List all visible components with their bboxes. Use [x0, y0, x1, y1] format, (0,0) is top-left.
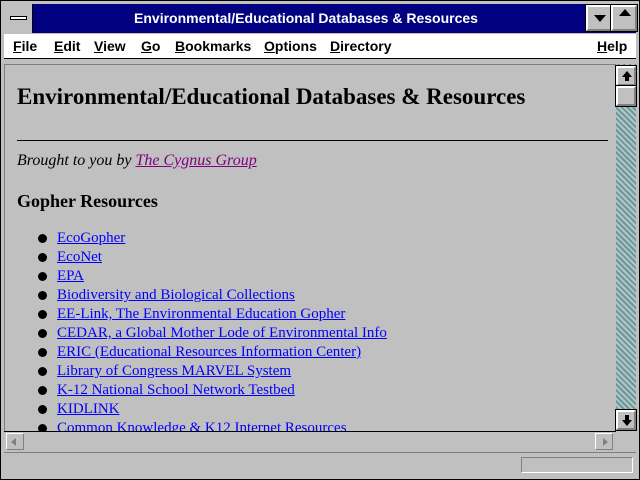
horizontal-rule	[17, 140, 608, 141]
list-item: Biodiversity and Biological Collections	[17, 286, 616, 305]
section-heading: Gopher Resources	[17, 191, 158, 211]
link-eric[interactable]: ERIC (Educational Resources Information …	[57, 344, 361, 360]
arrow-right-icon	[603, 438, 608, 446]
status-text	[8, 456, 518, 474]
menu-file[interactable]: File	[13, 34, 37, 58]
menu-go-key: G	[141, 38, 152, 54]
list-item: Library of Congress MARVEL System	[17, 362, 616, 381]
menu-view[interactable]: View	[94, 34, 126, 58]
bullet-icon	[38, 253, 47, 262]
menu-help[interactable]: Help	[597, 34, 627, 58]
list-item: CEDAR, a Global Mother Lode of Environme…	[17, 324, 616, 343]
menu-bar: File Edit View Go Bookmarks Options Dire…	[4, 34, 636, 59]
system-menu-icon	[10, 16, 27, 20]
list-item: ERIC (Educational Resources Information …	[17, 343, 616, 362]
arrow-up-stem	[625, 77, 629, 81]
scroll-left-button[interactable]	[6, 433, 24, 450]
link-ee-link[interactable]: EE-Link, The Environmental Education Gop…	[57, 306, 345, 322]
link-epa[interactable]: EPA	[57, 268, 84, 284]
minimize-icon	[594, 15, 606, 22]
list-item: EcoGopher	[17, 229, 616, 248]
list-item: EcoNet	[17, 248, 616, 267]
link-marvel[interactable]: Library of Congress MARVEL System	[57, 363, 291, 379]
bullet-icon	[38, 386, 47, 395]
menu-directory-key: D	[330, 38, 341, 54]
minimize-button[interactable]	[585, 4, 613, 32]
menu-bookmarks-key: B	[175, 38, 186, 54]
arrow-down-icon	[622, 420, 632, 426]
menu-view-key: V	[94, 38, 104, 54]
list-item: KIDLINK	[17, 400, 616, 419]
scroll-up-button[interactable]	[615, 65, 637, 87]
bullet-icon	[38, 329, 47, 338]
status-bar	[4, 452, 636, 477]
menu-edit-key: E	[54, 38, 64, 54]
bullet-icon	[38, 234, 47, 243]
menu-edit[interactable]: Edit	[54, 34, 80, 58]
bullet-icon	[38, 348, 47, 357]
cygnus-group-link[interactable]: The Cygnus Group	[136, 152, 257, 169]
link-biodiversity[interactable]: Biodiversity and Biological Collections	[57, 287, 295, 303]
list-item: K-12 National School Network Testbed	[17, 381, 616, 400]
link-cedar[interactable]: CEDAR, a Global Mother Lode of Environme…	[57, 325, 387, 341]
status-progress-box	[521, 457, 633, 473]
menu-options[interactable]: Options	[264, 34, 317, 58]
document-body: Environmental/Educational Databases & Re…	[5, 83, 616, 432]
maximize-button[interactable]	[610, 4, 638, 32]
bullet-icon	[38, 367, 47, 376]
menu-go-label: o	[151, 38, 161, 54]
vertical-scrollbar[interactable]	[615, 64, 637, 431]
menu-help-label: elp	[607, 38, 628, 54]
menu-help-key: H	[597, 38, 608, 54]
menu-file-label: ile	[21, 38, 38, 54]
scroll-right-button[interactable]	[595, 433, 613, 450]
arrow-left-icon	[11, 438, 16, 446]
scrollbar-corner	[616, 431, 636, 451]
menu-go[interactable]: Go	[141, 34, 160, 58]
maximize-icon	[619, 9, 631, 16]
link-k12-testbed[interactable]: K-12 National School Network Testbed	[57, 382, 295, 398]
link-ecogopher[interactable]: EcoGopher	[57, 230, 125, 246]
horizontal-scrollbar[interactable]	[4, 431, 616, 451]
gopher-resource-list: EcoGopher EcoNet EPA Biodiversity and Bi…	[17, 229, 616, 432]
title-bar[interactable]: Environmental/Educational Databases & Re…	[4, 4, 638, 33]
menu-options-label: ptions	[274, 38, 317, 54]
list-item: EPA	[17, 267, 616, 286]
menu-directory[interactable]: Directory	[330, 34, 391, 58]
byline-text: Brought to you by	[17, 152, 136, 169]
vertical-scroll-thumb[interactable]	[615, 85, 637, 107]
bullet-icon	[38, 405, 47, 414]
link-kidlink[interactable]: KIDLINK	[57, 401, 119, 417]
document-view[interactable]: Environmental/Educational Databases & Re…	[4, 64, 616, 432]
scroll-down-button[interactable]	[615, 409, 637, 431]
menu-bookmarks[interactable]: Bookmarks	[175, 34, 251, 58]
bullet-icon	[38, 291, 47, 300]
window-title: Environmental/Educational Databases & Re…	[134, 10, 478, 26]
menu-directory-label: irectory	[340, 38, 392, 54]
bullet-icon	[38, 272, 47, 281]
bullet-icon	[38, 310, 47, 319]
menu-file-key: F	[13, 38, 22, 54]
menu-view-label: iew	[103, 38, 126, 54]
menu-edit-label: dit	[63, 38, 81, 54]
system-menu-button[interactable]	[4, 4, 33, 33]
link-econet[interactable]: EcoNet	[57, 249, 102, 265]
list-item: EE-Link, The Environmental Education Gop…	[17, 305, 616, 324]
browser-window: Environmental/Educational Databases & Re…	[0, 0, 640, 480]
page-heading: Environmental/Educational Databases & Re…	[17, 84, 526, 109]
menu-bookmarks-label: ookmarks	[185, 38, 252, 54]
menu-options-key: O	[264, 38, 275, 54]
byline: Brought to you by The Cygnus Group	[17, 151, 616, 171]
